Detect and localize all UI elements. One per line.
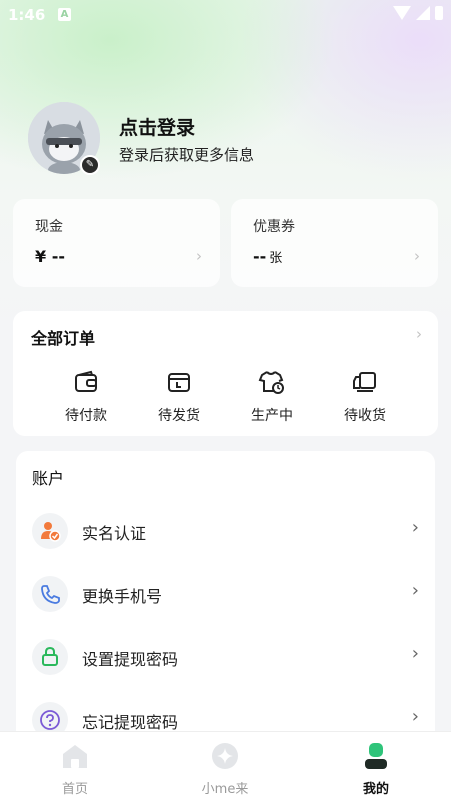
order-pending-payment[interactable]: 待付款 — [51, 369, 121, 425]
account-title: 账户 — [32, 469, 65, 488]
login-title[interactable]: 点击登录 — [119, 113, 195, 140]
coupon-unit: 张 — [269, 251, 283, 266]
profile-icon — [365, 743, 387, 769]
chevron-right-icon: › — [411, 517, 419, 538]
lock-icon — [32, 639, 68, 675]
account-item-change-phone[interactable]: 更换手机号 › — [16, 572, 435, 622]
account-item-label: 更换手机号 — [82, 587, 163, 606]
nav-mine[interactable]: 我的 — [331, 742, 421, 797]
cash-amount: -- — [51, 247, 65, 266]
status-indicators — [393, 6, 443, 20]
chevron-right-icon[interactable]: › — [416, 325, 422, 343]
user-verified-icon — [32, 513, 68, 549]
coupon-card[interactable]: 优惠券 -- 张 › — [231, 199, 438, 287]
edit-avatar-icon[interactable]: ✎ — [80, 155, 100, 175]
sparkle-icon — [212, 743, 238, 769]
package-icon — [168, 373, 190, 392]
signal-icon — [416, 6, 430, 20]
order-in-production[interactable]: 生产中 — [237, 369, 307, 425]
account-item-label: 设置提现密码 — [82, 650, 179, 669]
chevron-right-icon: › — [411, 706, 419, 727]
cash-label: 现金 — [35, 219, 63, 235]
wallet-icon — [75, 370, 97, 392]
coupon-count: -- — [253, 247, 267, 266]
orders-card: 全部订单 › 待付款 待发货 生产中 待收货 — [13, 311, 438, 436]
order-pending-receipt[interactable]: 待收货 — [330, 369, 400, 425]
battery-icon — [435, 6, 443, 20]
chevron-right-icon: › — [414, 247, 420, 265]
account-item-real-name[interactable]: 实名认证 › — [16, 509, 435, 559]
status-time: 1:46 — [8, 6, 46, 24]
bottom-nav: 首页 小me来 我的 — [0, 731, 451, 803]
order-label: 待发货 — [158, 408, 200, 424]
account-item-set-password[interactable]: 设置提现密码 › — [16, 635, 435, 685]
chevron-right-icon: › — [411, 580, 419, 601]
chevron-right-icon: › — [196, 247, 202, 265]
account-item-label: 忘记提现密码 — [82, 713, 179, 732]
chevron-right-icon: › — [411, 643, 419, 664]
account-item-label: 实名认证 — [82, 524, 147, 543]
order-label: 生产中 — [251, 408, 293, 424]
orders-title[interactable]: 全部订单 — [31, 325, 95, 349]
tshirt-clock-icon — [258, 371, 284, 394]
account-card: 账户 实名认证 › 更换手机号 › 设置提现密码 › 忘记提现密码 › — [16, 451, 435, 751]
phone-icon — [32, 576, 68, 612]
notification-icon: A — [58, 8, 71, 21]
home-icon — [63, 745, 87, 768]
login-subtitle: 登录后获取更多信息 — [119, 146, 255, 164]
order-pending-shipment[interactable]: 待发货 — [144, 369, 214, 425]
coupon-label: 优惠券 — [253, 219, 295, 235]
nav-label: 小me来 — [201, 782, 249, 797]
cash-card[interactable]: 现金 ¥ -- › — [13, 199, 220, 287]
nav-label: 首页 — [61, 782, 88, 797]
order-label: 待收货 — [344, 408, 386, 424]
cash-value: ¥ -- — [35, 247, 65, 266]
nav-home[interactable]: 首页 — [30, 742, 120, 797]
currency-symbol: ¥ — [35, 247, 47, 266]
wifi-icon — [393, 6, 411, 20]
order-label: 待付款 — [65, 408, 107, 424]
truck-icon — [353, 372, 376, 392]
coupon-value: -- 张 — [253, 247, 282, 266]
nav-xiaome[interactable]: 小me来 — [180, 742, 270, 797]
nav-label: 我的 — [362, 782, 389, 797]
